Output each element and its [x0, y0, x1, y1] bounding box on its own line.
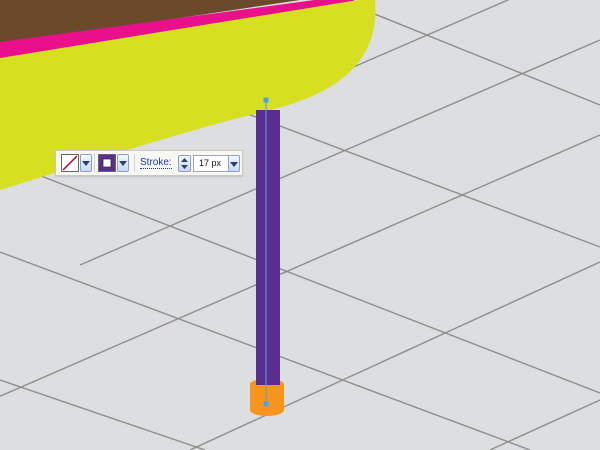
fill-dropdown-button[interactable]	[80, 154, 92, 172]
chevron-down-icon	[82, 161, 90, 166]
leg-body	[256, 110, 280, 385]
stroke-weight-dropdown-button[interactable]	[228, 155, 240, 172]
chevron-down-icon	[230, 162, 238, 167]
no-fill-icon	[62, 155, 78, 171]
stroke-dropdown-button[interactable]	[117, 154, 129, 172]
anchor-point[interactable]	[263, 401, 269, 407]
fill-swatch[interactable]	[61, 154, 79, 172]
separator	[94, 154, 95, 172]
stroke-weight-stepper[interactable]	[178, 155, 191, 172]
stroke-swatch-icon	[99, 155, 115, 171]
stroke-weight-input[interactable]: 17 px	[193, 155, 229, 172]
artwork-scene[interactable]	[0, 0, 600, 450]
stroke-swatch[interactable]	[98, 154, 116, 172]
artboard-canvas[interactable]: Stroke: 17 px	[0, 0, 600, 450]
chevron-down-icon	[119, 161, 127, 166]
separator	[134, 154, 135, 172]
stroke-label[interactable]: Stroke:	[140, 157, 172, 169]
control-bar: Stroke: 17 px	[55, 150, 243, 176]
stepper-icon	[181, 158, 188, 169]
anchor-point[interactable]	[263, 97, 269, 103]
